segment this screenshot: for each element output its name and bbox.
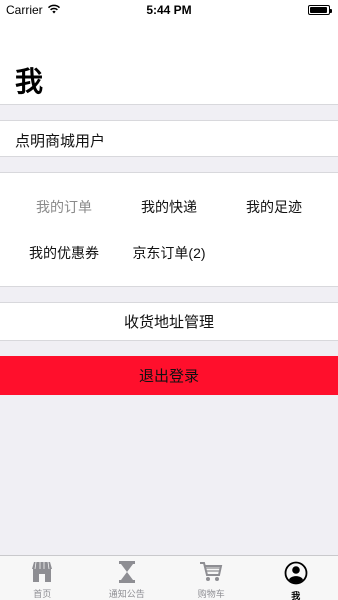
tab-notices[interactable]: 通知公告 (85, 556, 170, 600)
tab-home[interactable]: 首页 (0, 556, 85, 600)
logout-button[interactable]: 退出登录 (0, 356, 338, 395)
shortcut-jd-orders[interactable]: 京东订单(2) (114, 243, 224, 263)
tab-label: 我 (291, 591, 301, 600)
shortcut-my-footprints[interactable]: 我的足迹 (219, 197, 329, 217)
tab-label: 购物车 (197, 589, 225, 599)
address-management-button[interactable]: 收货地址管理 (0, 302, 338, 341)
tab-label: 通知公告 (108, 589, 145, 599)
profile-icon (284, 561, 308, 585)
screen: Carrier 5:44 PM 我 点明商城用户 我的订单 我的快递 我的足迹 … (0, 0, 338, 600)
status-bar: Carrier 5:44 PM (0, 0, 338, 20)
shortcut-my-express[interactable]: 我的快递 (114, 197, 224, 217)
battery-icon (308, 5, 332, 15)
user-row[interactable]: 点明商城用户 (0, 120, 338, 157)
shortcut-my-coupons[interactable]: 我的优惠券 (9, 243, 119, 263)
tab-me[interactable]: 我 (254, 556, 338, 600)
header: 我 (0, 20, 338, 104)
divider (0, 104, 338, 105)
tab-label: 首页 (33, 589, 52, 599)
hourglass-icon (115, 561, 139, 583)
cart-icon (199, 561, 223, 583)
status-right (308, 5, 332, 15)
shortcuts-panel: 我的订单 我的快递 我的足迹 我的优惠券 京东订单(2) (0, 172, 338, 287)
user-name: 点明商城用户 (15, 133, 106, 150)
status-time: 5:44 PM (146, 3, 192, 17)
shortcut-my-orders[interactable]: 我的订单 (9, 197, 119, 217)
tab-bar: 首页 通知公告 购物车 我 (0, 555, 338, 600)
tab-cart[interactable]: 购物车 (169, 556, 254, 600)
page-title: 我 (15, 66, 44, 97)
store-icon (30, 561, 54, 583)
